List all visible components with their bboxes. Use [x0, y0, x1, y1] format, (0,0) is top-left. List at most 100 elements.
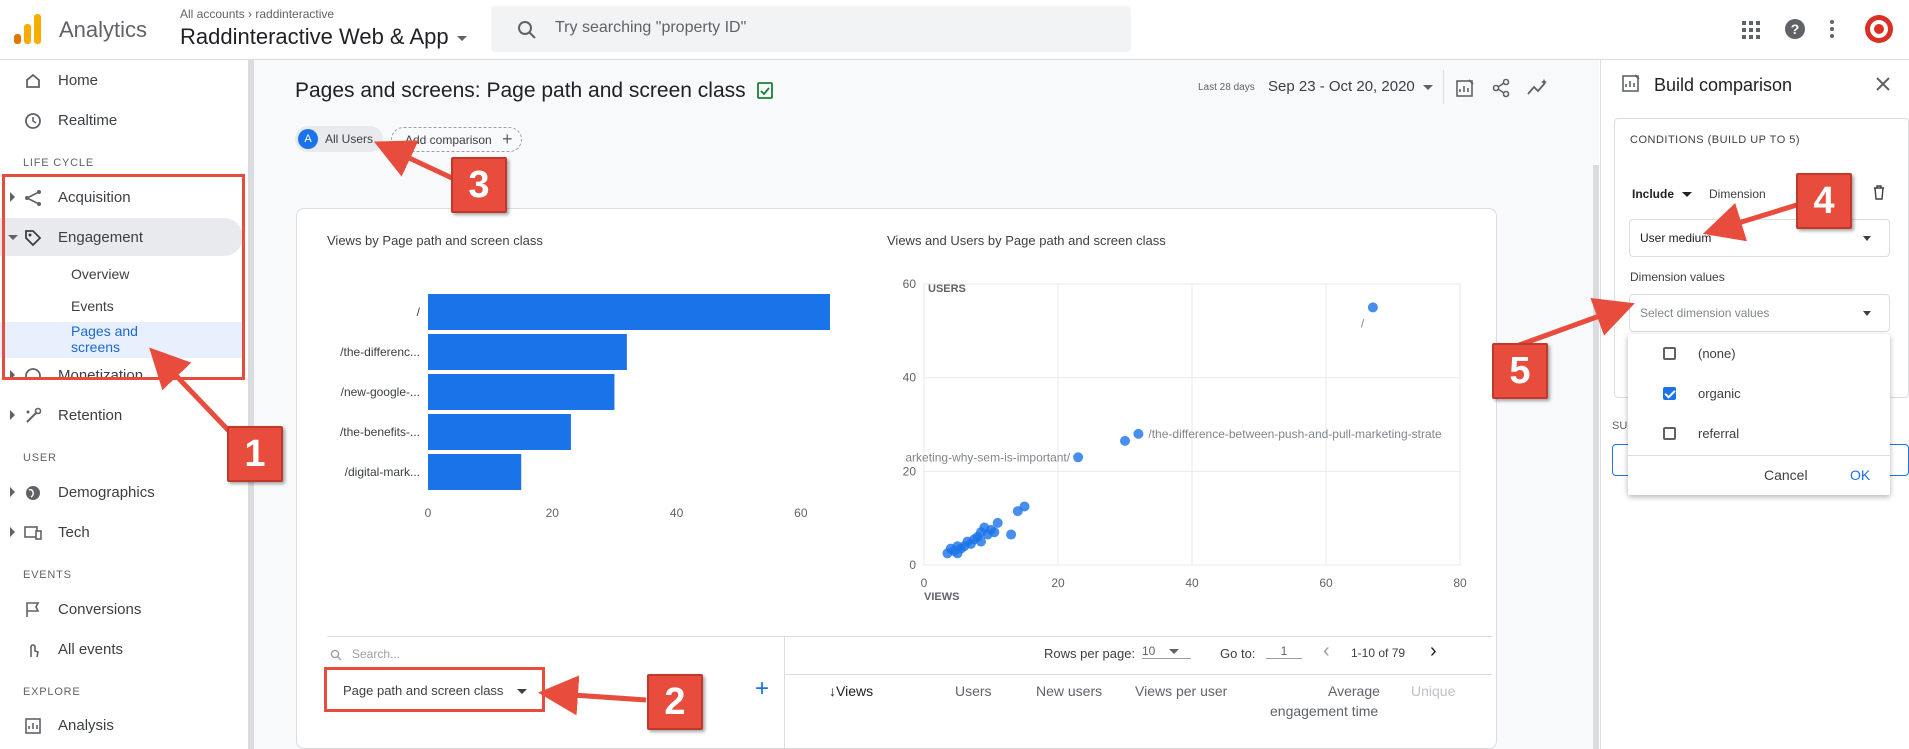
scatter-point	[1133, 428, 1144, 439]
bar-category-label: /the-differenc...	[340, 345, 420, 359]
option-referral[interactable]: referral	[1628, 414, 1890, 452]
nav-conversions[interactable]: Conversions	[0, 591, 243, 629]
nav-home-label: Home	[58, 72, 99, 89]
cancel-button[interactable]: Cancel	[1764, 467, 1808, 483]
option-label: referral	[1698, 426, 1740, 441]
scatter-point	[1120, 435, 1130, 446]
divider	[1443, 70, 1444, 104]
nav-retention-label: Retention	[58, 407, 123, 424]
nav-realtime[interactable]: Realtime	[0, 102, 243, 140]
chevron-down-icon	[1169, 649, 1180, 655]
table-divider	[327, 636, 1492, 637]
nav-analysis[interactable]: Analysis	[0, 707, 243, 745]
col-views[interactable]: ↓Views	[829, 683, 873, 699]
dimension-values-label: Dimension values	[1630, 270, 1725, 284]
devices-icon	[24, 526, 42, 540]
add-comparison-button[interactable]: Add comparison +	[391, 127, 522, 152]
date-range-picker[interactable]: Sep 23 - Oct 20, 2020	[1268, 78, 1433, 95]
x-tick-label: 0	[921, 576, 928, 590]
x-tick-label: 20	[1051, 576, 1065, 590]
page-title-text: Pages and screens: Page path and screen …	[295, 79, 746, 102]
scatter-chart: 0 20 40 60 80 0 20 40 60 USERS VIEWS / /the-differen…	[903, 277, 1467, 603]
dimension-label: Dimension	[1709, 187, 1766, 201]
option-organic[interactable]: organic	[1628, 374, 1890, 412]
bar-category-label: /new-google-...	[341, 385, 420, 399]
account-avatar[interactable]	[1864, 14, 1894, 44]
x-tick-label: 60	[1319, 576, 1333, 590]
account-breadcrumb[interactable]: All accounts › raddinteractive	[180, 7, 334, 21]
point-annotation: arketing-why-sem-is-important/	[905, 450, 1070, 464]
point-annotation: /	[1361, 316, 1365, 330]
col-views-per-user[interactable]: Views per user	[1135, 683, 1227, 699]
nav-demographics[interactable]: Demographics	[0, 474, 243, 512]
flag-icon	[26, 602, 40, 617]
section-lifecycle: LIFE CYCLE	[23, 157, 94, 169]
add-comparison-label: Add comparison	[405, 133, 492, 147]
scatter-point	[1367, 302, 1378, 313]
help-icon[interactable]: ?	[1784, 18, 1806, 40]
more-vert-icon[interactable]	[1829, 19, 1835, 39]
checkbox-checked[interactable]	[1663, 387, 1676, 400]
callout-4: 4	[1796, 173, 1852, 229]
conditions-title: CONDITIONS (BUILD UP TO 5)	[1630, 134, 1801, 146]
option-none[interactable]: (none)	[1628, 334, 1890, 372]
nav-analysis-label: Analysis	[58, 717, 114, 734]
col-new-users[interactable]: New users	[1036, 683, 1102, 699]
dimension-values-select[interactable]: Select dimension values	[1629, 294, 1890, 332]
search-placeholder: Try searching "property ID"	[555, 19, 747, 36]
scatter-point	[1073, 452, 1084, 463]
nav-home[interactable]: Home	[0, 62, 243, 100]
nav-retention[interactable]: Retention	[0, 397, 243, 435]
search-box[interactable]: Try searching "property ID"	[491, 6, 1131, 52]
goto-label: Go to:	[1220, 646, 1256, 661]
add-dimension-plus-icon[interactable]: +	[755, 675, 769, 703]
build-comparison-icon	[1622, 74, 1640, 92]
expand-arrow-icon	[10, 527, 15, 537]
main-scrollbar[interactable]	[1593, 165, 1599, 749]
col-unique[interactable]: Unique	[1411, 683, 1455, 699]
delete-icon[interactable]	[1873, 185, 1885, 200]
chevron-down-icon	[1422, 84, 1433, 90]
nav-tech[interactable]: Tech	[0, 514, 243, 552]
checkbox[interactable]	[1663, 427, 1676, 440]
apps-grid-icon[interactable]	[1742, 21, 1760, 39]
customize-report-icon[interactable]	[1455, 78, 1475, 98]
col-engagement-time[interactable]: engagement time	[1270, 703, 1378, 719]
col-average[interactable]: Average	[1328, 683, 1380, 699]
rows-per-page-select[interactable]: 10	[1142, 644, 1191, 659]
prev-page-icon[interactable]: ‹	[1323, 640, 1330, 663]
nav-all-events[interactable]: All events	[0, 631, 243, 669]
property-selector[interactable]: Raddinteractive Web & App	[180, 24, 467, 50]
chevron-down-icon	[1863, 311, 1871, 316]
close-icon[interactable]	[1876, 77, 1890, 91]
include-dropdown[interactable]: Include	[1632, 187, 1693, 201]
next-page-icon[interactable]: ›	[1430, 640, 1437, 663]
bar	[428, 374, 615, 410]
bar-chart-title: Views by Page path and screen class	[327, 233, 543, 248]
dimension-values-placeholder: Select dimension values	[1640, 306, 1770, 320]
ok-button[interactable]: OK	[1850, 467, 1870, 483]
x-tick-label: 40	[670, 506, 684, 520]
bar	[428, 454, 522, 490]
home-icon	[26, 73, 40, 88]
share-icon[interactable]	[1491, 78, 1511, 98]
rows-per-page-label: Rows per page:	[1044, 646, 1136, 661]
col-users[interactable]: Users	[955, 683, 992, 699]
option-label: (none)	[1698, 346, 1736, 361]
search-icon	[330, 649, 342, 661]
segment-avatar: A	[298, 129, 318, 149]
checkbox[interactable]	[1663, 347, 1676, 360]
goto-input[interactable]: 1	[1266, 644, 1302, 659]
point-annotation: /the-difference-between-push-and-pull-ma…	[1148, 427, 1442, 441]
include-label: Include	[1632, 187, 1675, 201]
table-search-input[interactable]: Search...	[352, 647, 400, 661]
x-axis-label: VIEWS	[924, 591, 959, 603]
insights-icon[interactable]	[1527, 78, 1549, 98]
svg-text:?: ?	[1791, 21, 1800, 37]
analytics-logo-icon[interactable]	[14, 14, 42, 44]
verified-check-icon[interactable]	[757, 81, 774, 99]
nav-realtime-label: Realtime	[58, 112, 118, 129]
section-events: EVENTS	[23, 569, 72, 581]
all-users-chip[interactable]: A All Users	[295, 126, 383, 152]
date-range-label: Last 28 days	[1198, 82, 1255, 93]
